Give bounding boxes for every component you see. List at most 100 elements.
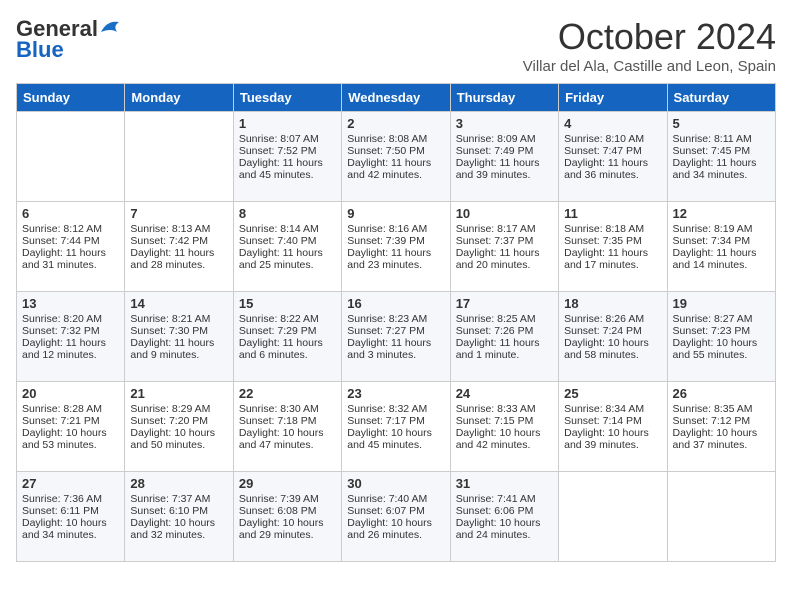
daylight-text: Daylight: 11 hours and 45 minutes. — [239, 157, 336, 181]
daylight-text: Daylight: 11 hours and 3 minutes. — [347, 337, 444, 361]
sunrise-text: Sunrise: 8:35 AM — [673, 403, 770, 415]
calendar-cell: 29Sunrise: 7:39 AMSunset: 6:08 PMDayligh… — [233, 472, 341, 562]
calendar-week-row: 13Sunrise: 8:20 AMSunset: 7:32 PMDayligh… — [17, 292, 776, 382]
sunrise-text: Sunrise: 8:16 AM — [347, 223, 444, 235]
calendar-cell: 27Sunrise: 7:36 AMSunset: 6:11 PMDayligh… — [17, 472, 125, 562]
day-number: 13 — [22, 296, 119, 311]
sunrise-text: Sunrise: 8:29 AM — [130, 403, 227, 415]
sunrise-text: Sunrise: 8:07 AM — [239, 133, 336, 145]
calendar-cell: 4 Sunrise: 8:10 AMSunset: 7:47 PMDaylight… — [559, 112, 667, 202]
day-number: 2 — [347, 116, 444, 131]
sunset-text: Sunset: 7:50 PM — [347, 145, 444, 157]
sunrise-text: Sunrise: 8:13 AM — [130, 223, 227, 235]
logo-bird-icon — [99, 18, 121, 36]
calendar-cell: 31Sunrise: 7:41 AMSunset: 6:06 PMDayligh… — [450, 472, 558, 562]
sunset-text: Sunset: 6:08 PM — [239, 505, 336, 517]
day-number: 15 — [239, 296, 336, 311]
calendar-cell: 2Sunrise: 8:08 AMSunset: 7:50 PMDaylight… — [342, 112, 450, 202]
sunset-text: Sunset: 7:47 PM — [564, 145, 661, 157]
sunrise-text: Sunrise: 8:32 AM — [347, 403, 444, 415]
sunrise-text: Sunrise: 7:36 AM — [22, 493, 119, 505]
daylight-text: Daylight: 11 hours and 14 minutes. — [673, 247, 770, 271]
day-number: 21 — [130, 386, 227, 401]
sunset-text: Sunset: 7:18 PM — [239, 415, 336, 427]
daylight-text: Daylight: 10 hours and 32 minutes. — [130, 517, 227, 541]
sunrise-text: Sunrise: 8:25 AM — [456, 313, 553, 325]
sunset-text: Sunset: 7:12 PM — [673, 415, 770, 427]
sunset-text: Sunset: 7:40 PM — [239, 235, 336, 247]
daylight-text: Daylight: 10 hours and 39 minutes. — [564, 427, 661, 451]
sunset-text: Sunset: 6:06 PM — [456, 505, 553, 517]
calendar-cell: 24Sunrise: 8:33 AMSunset: 7:15 PMDayligh… — [450, 382, 558, 472]
calendar-cell: 19Sunrise: 8:27 AMSunset: 7:23 PMDayligh… — [667, 292, 775, 382]
calendar-cell — [125, 112, 233, 202]
sunset-text: Sunset: 7:37 PM — [456, 235, 553, 247]
daylight-text: Daylight: 11 hours and 25 minutes. — [239, 247, 336, 271]
calendar-cell: 13 Sunrise: 8:20 AMSunset: 7:32 PMDayligh… — [17, 292, 125, 382]
sunrise-text: Sunrise: 8:28 AM — [22, 403, 119, 415]
daylight-text: Daylight: 10 hours and 55 minutes. — [673, 337, 770, 361]
sunrise-text: Sunrise: 8:14 AM — [239, 223, 336, 235]
sunset-text: Sunset: 7:14 PM — [564, 415, 661, 427]
daylight-text: Daylight: 11 hours and 39 minutes. — [456, 157, 553, 181]
daylight-text: Daylight: 10 hours and 50 minutes. — [130, 427, 227, 451]
day-of-week-header: Sunday — [17, 84, 125, 112]
calendar-cell: 21 Sunrise: 8:29 AMSunset: 7:20 PMDayligh… — [125, 382, 233, 472]
calendar-cell: 12Sunrise: 8:19 AMSunset: 7:34 PMDayligh… — [667, 202, 775, 292]
calendar-cell: 25 Sunrise: 8:34 AMSunset: 7:14 PMDayligh… — [559, 382, 667, 472]
calendar-header-row: SundayMondayTuesdayWednesdayThursdayFrid… — [17, 84, 776, 112]
calendar-cell: 1Sunrise: 8:07 AMSunset: 7:52 PMDaylight… — [233, 112, 341, 202]
day-number: 3 — [456, 116, 553, 131]
sunrise-text: Sunrise: 8:34 AM — [564, 403, 661, 415]
sunset-text: Sunset: 7:24 PM — [564, 325, 661, 337]
day-number: 30 — [347, 476, 444, 491]
sunrise-text: Sunrise: 8:20 AM — [22, 313, 119, 325]
sunset-text: Sunset: 6:11 PM — [22, 505, 119, 517]
logo: General Blue — [16, 16, 121, 60]
sunset-text: Sunset: 7:29 PM — [239, 325, 336, 337]
day-number: 25 — [564, 386, 661, 401]
sunrise-text: Sunrise: 8:10 AM — [564, 133, 661, 145]
day-number: 14 — [130, 296, 227, 311]
day-of-week-header: Thursday — [450, 84, 558, 112]
calendar-cell: 10Sunrise: 8:17 AMSunset: 7:37 PMDayligh… — [450, 202, 558, 292]
calendar-cell: 16Sunrise: 8:23 AMSunset: 7:27 PMDayligh… — [342, 292, 450, 382]
daylight-text: Daylight: 11 hours and 12 minutes. — [22, 337, 119, 361]
day-number: 28 — [130, 476, 227, 491]
sunset-text: Sunset: 6:07 PM — [347, 505, 444, 517]
day-number: 7 — [130, 206, 227, 221]
sunset-text: Sunset: 7:49 PM — [456, 145, 553, 157]
calendar-cell: 15Sunrise: 8:22 AMSunset: 7:29 PMDayligh… — [233, 292, 341, 382]
daylight-text: Daylight: 11 hours and 36 minutes. — [564, 157, 661, 181]
day-number: 4 — [564, 116, 661, 131]
calendar-week-row: 20Sunrise: 8:28 AMSunset: 7:21 PMDayligh… — [17, 382, 776, 472]
day-number: 24 — [456, 386, 553, 401]
calendar-week-row: 1Sunrise: 8:07 AMSunset: 7:52 PMDaylight… — [17, 112, 776, 202]
daylight-text: Daylight: 11 hours and 9 minutes. — [130, 337, 227, 361]
sunrise-text: Sunrise: 8:23 AM — [347, 313, 444, 325]
sunset-text: Sunset: 7:20 PM — [130, 415, 227, 427]
daylight-text: Daylight: 10 hours and 29 minutes. — [239, 517, 336, 541]
daylight-text: Daylight: 10 hours and 26 minutes. — [347, 517, 444, 541]
calendar-cell — [559, 472, 667, 562]
daylight-text: Daylight: 11 hours and 20 minutes. — [456, 247, 553, 271]
sunset-text: Sunset: 7:32 PM — [22, 325, 119, 337]
day-number: 5 — [673, 116, 770, 131]
day-number: 1 — [239, 116, 336, 131]
calendar-cell: 22Sunrise: 8:30 AMSunset: 7:18 PMDayligh… — [233, 382, 341, 472]
calendar-cell: 11Sunrise: 8:18 AMSunset: 7:35 PMDayligh… — [559, 202, 667, 292]
location-title: Villar del Ala, Castille and Leon, Spain — [523, 58, 776, 75]
sunset-text: Sunset: 7:34 PM — [673, 235, 770, 247]
calendar-cell: 5Sunrise: 8:11 AMSunset: 7:45 PMDaylight… — [667, 112, 775, 202]
sunset-text: Sunset: 7:26 PM — [456, 325, 553, 337]
sunset-text: Sunset: 7:30 PM — [130, 325, 227, 337]
sunset-text: Sunset: 7:27 PM — [347, 325, 444, 337]
calendar-cell: 26Sunrise: 8:35 AMSunset: 7:12 PMDayligh… — [667, 382, 775, 472]
day-of-week-header: Friday — [559, 84, 667, 112]
day-of-week-header: Wednesday — [342, 84, 450, 112]
calendar-week-row: 6Sunrise: 8:12 AMSunset: 7:44 PMDaylight… — [17, 202, 776, 292]
sunset-text: Sunset: 7:45 PM — [673, 145, 770, 157]
sunrise-text: Sunrise: 8:30 AM — [239, 403, 336, 415]
day-number: 20 — [22, 386, 119, 401]
day-number: 9 — [347, 206, 444, 221]
